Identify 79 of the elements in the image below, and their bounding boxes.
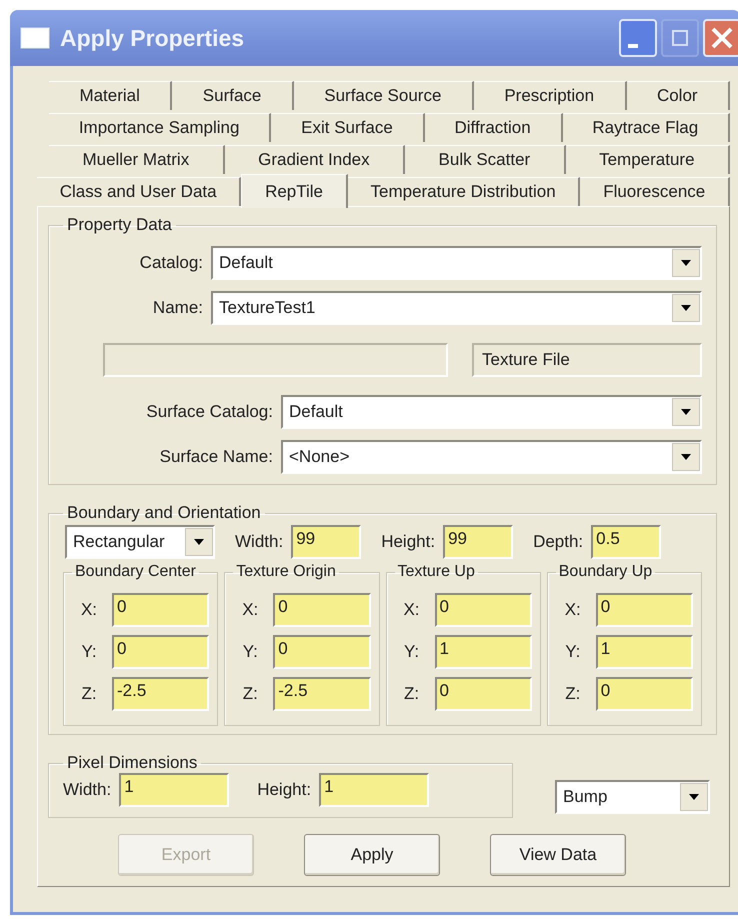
field-label: Y:: [402, 642, 420, 662]
coordinate-field[interactable]: 0: [112, 635, 210, 669]
tab[interactable]: Bulk Scatter: [405, 145, 566, 174]
close-button[interactable]: [703, 19, 738, 57]
tab[interactable]: RepTile: [241, 174, 348, 208]
tab[interactable]: Gradient Index: [224, 145, 406, 174]
field-label: Width:: [235, 532, 284, 552]
minimize-button[interactable]: [619, 19, 657, 57]
texture-file-button[interactable]: Texture File: [472, 343, 702, 377]
tab[interactable]: Importance Sampling: [49, 113, 272, 142]
group-title: Property Data: [66, 215, 173, 235]
tab[interactable]: Exit Surface: [271, 113, 425, 142]
coordinate-field[interactable]: 0: [596, 593, 693, 627]
tab[interactable]: Fluorescence: [580, 177, 730, 206]
map-type-dropdown[interactable]: Bump: [555, 780, 710, 814]
field-label: Width:: [63, 780, 112, 800]
depth-field[interactable]: 0.5: [591, 525, 662, 559]
field-label: Depth:: [533, 532, 584, 552]
close-icon: [710, 26, 734, 50]
coordinate-field[interactable]: 0: [434, 677, 532, 711]
field-label: Z:: [242, 684, 259, 704]
field-label: Catalog:: [138, 253, 204, 273]
dialog-button[interactable]: View Data: [490, 834, 626, 876]
tab[interactable]: Temperature Distribution: [348, 177, 580, 206]
window-icon: [20, 27, 50, 49]
tab[interactable]: Surface Source: [294, 81, 474, 110]
file-path-field[interactable]: [103, 343, 448, 377]
tab[interactable]: Temperature: [566, 145, 730, 174]
group-title: Texture Up: [396, 563, 476, 581]
dialog-button[interactable]: Apply: [304, 834, 440, 876]
coordinate-field[interactable]: -2.5: [112, 677, 210, 711]
field-label: X:: [241, 600, 260, 620]
coordinate-field[interactable]: 1: [596, 635, 693, 669]
tab[interactable]: Mueller Matrix: [49, 145, 225, 174]
tab[interactable]: Surface: [172, 81, 294, 110]
field-label: Y:: [564, 642, 582, 662]
group-title: Boundary Up: [558, 563, 654, 581]
width-field[interactable]: 99: [291, 525, 362, 559]
coordinate-field[interactable]: 0: [112, 593, 210, 627]
catalog-dropdown[interactable]: Default: [211, 246, 702, 280]
tab[interactable]: Prescription: [474, 81, 627, 110]
tab[interactable]: Material: [49, 81, 172, 110]
field-label: X:: [564, 600, 582, 620]
coordinate-field[interactable]: 0: [596, 677, 693, 711]
group-title: Pixel Dimensions: [66, 753, 198, 773]
group-title: Boundary and Orientation: [66, 503, 262, 523]
group-title: Texture Origin: [235, 563, 337, 581]
surface-name-dropdown[interactable]: <None>: [281, 440, 702, 474]
height-field[interactable]: 99: [443, 525, 514, 559]
coordinate-field[interactable]: -2.5: [273, 677, 370, 711]
field-label: Height:: [257, 780, 312, 800]
field-label: Y:: [80, 642, 98, 662]
tab[interactable]: Class and User Data: [37, 177, 242, 206]
window-title: Apply Properties: [60, 24, 246, 52]
field-label: Z:: [564, 684, 582, 704]
height-field[interactable]: 1: [319, 773, 430, 807]
surface-catalog-dropdown[interactable]: Default: [281, 395, 702, 429]
field-label: Name:: [152, 298, 204, 318]
coordinate-field[interactable]: 0: [273, 593, 370, 627]
tab[interactable]: Color: [626, 81, 730, 110]
field-label: Surface Name:: [158, 447, 274, 467]
field-label: X:: [80, 600, 98, 620]
minimize-icon: [628, 44, 638, 48]
width-field[interactable]: 1: [119, 773, 230, 807]
group-title: Boundary Center: [74, 563, 197, 581]
name-dropdown[interactable]: TextureTest1: [211, 291, 702, 325]
coordinate-field[interactable]: 0: [273, 635, 370, 669]
field-label: Height:: [381, 532, 436, 552]
field-label: Surface Catalog:: [145, 402, 274, 422]
field-label: Y:: [242, 642, 259, 662]
field-label: Z:: [80, 684, 98, 704]
field-label: X:: [402, 600, 421, 620]
shape-dropdown[interactable]: Rectangular: [65, 525, 215, 559]
tab[interactable]: Diffraction: [424, 113, 563, 142]
field-label: Z:: [402, 684, 420, 704]
tab[interactable]: Raytrace Flag: [562, 113, 730, 142]
coordinate-field[interactable]: 1: [434, 635, 532, 669]
coordinate-field[interactable]: 0: [434, 593, 532, 627]
maximize-icon: [671, 29, 689, 47]
